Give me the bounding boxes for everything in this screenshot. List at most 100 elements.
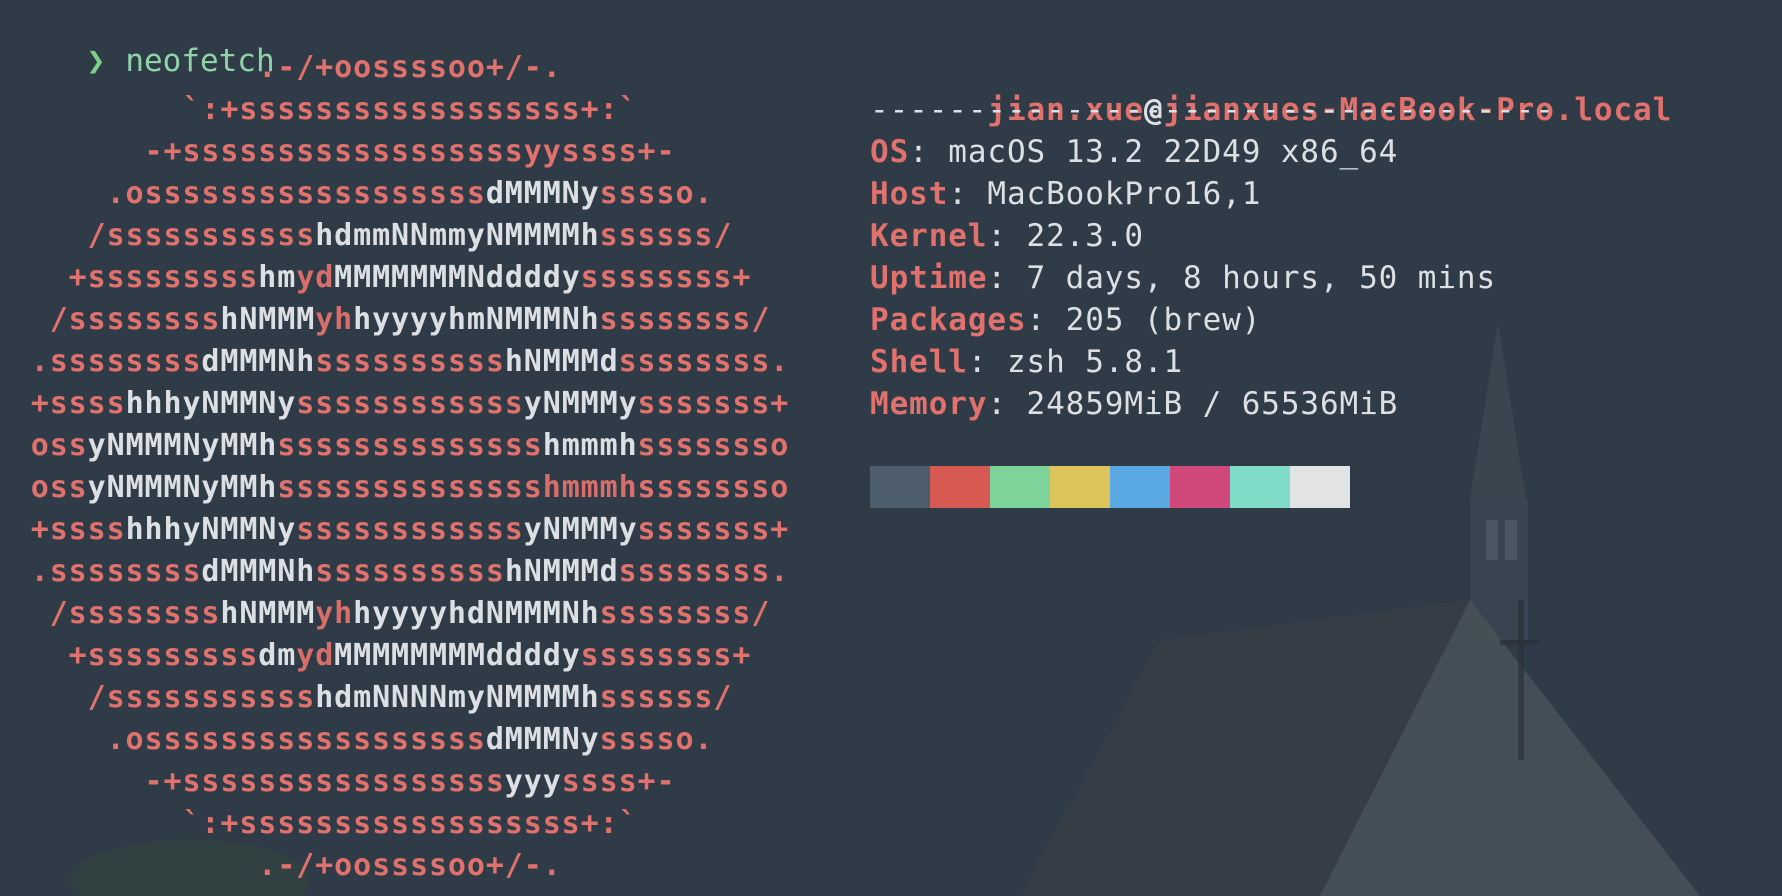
logo-segment: hyyyyhdNMMMNh [353,596,600,631]
info-colon: : [987,386,1027,422]
logo-segment: /ssssssss [49,596,221,631]
logo-segment: ssssss/ [599,680,733,715]
logo-segment: ssssssss+ [580,260,752,295]
logo-segment: ssssssssss [315,344,505,379]
logo-segment: oss [30,470,88,505]
info-colon: : [948,176,988,212]
logo-segment: ssssssssssssss [277,470,543,505]
info-key: Shell [870,344,968,380]
info-value: zsh 5.8.1 [1006,344,1184,380]
logo-segment: .-/+oossssoo+/-. [258,848,562,883]
logo-line: /ssssssssssshdmNNNNmyNMMMMhssssss/ [0,677,820,719]
logo-segment: yyy [504,764,562,799]
logo-segment: yNMMMNyMMh [87,428,278,463]
logo-segment: dMMMNh [201,554,316,589]
logo-segment: `:+ssssssssssssssssss+:` [182,92,638,127]
logo-segment: hm [258,260,297,295]
logo-segment: yh [315,596,354,631]
logo-line: `:+ssssssssssssssssss+:` [0,803,820,845]
logo-segment: yh [315,302,354,337]
logo-segment: hNMMMd [504,554,619,589]
info-colon: : [967,344,1007,380]
command-prompt: ❯ neofetch [12,7,275,79]
logo-segment: ssssssss. [618,554,790,589]
logo-line: .-/+oossssoo+/-. [0,845,820,887]
logo-line: .ossssssssssssssssssdMMMNysssso. [0,173,820,215]
logo-segment: ssssssss/ [599,302,771,337]
color-swatch-0 [870,466,930,508]
logo-segment: hyyyyhmNMMMNh [353,302,600,337]
logo-segment: ssssssso [637,470,790,505]
logo-segment: yd [296,638,335,673]
logo-segment: sssso. [599,722,714,757]
logo-segment: sssssss+ [637,512,790,547]
logo-segment: yd [296,260,335,295]
terminal-window: ❯ neofetch .-/+oossssoo+/-. `:+sssssssssss… [0,0,1782,896]
logo-segment: hNMMMd [504,344,619,379]
logo-segment: hdmNNNNmyNMMMMh [315,680,600,715]
info-row-uptime: Uptime: 7 days, 8 hours, 50 mins [870,257,1672,299]
apple-ascii-logo: .-/+oossssoo+/-. `:+ssssssssssssssssss+:`… [0,47,820,887]
logo-segment: ssssssssssssss [277,428,543,463]
logo-segment: hNMMM [220,596,316,631]
logo-segment: .ssssssss [30,344,202,379]
color-swatch-5 [1170,466,1230,508]
separator-line: ----------------------------------- [870,92,1555,128]
logo-segment: hNMMM [220,302,316,337]
color-swatch-2 [990,466,1050,508]
info-colon: : [909,134,949,170]
logo-line: /sssssssshNMMMyhhyyyyhdNMMMNhssssssss/ [0,593,820,635]
logo-segment: hdmmNNmmyNMMMMh [315,218,600,253]
logo-line: .ssssssssdMMMNhsssssssssshNMMMdssssssss. [0,551,820,593]
logo-segment: /ssssssss [49,302,221,337]
user-host-line: jian.xue@jianxues-MacBook-Pro.local [870,47,1672,128]
color-swatch-7 [1290,466,1350,508]
info-key: Uptime [870,260,988,296]
logo-segment: +ssss [30,512,126,547]
logo-segment: MMMMMMMMddddy [334,638,581,673]
logo-segment: yNMMMy [523,512,638,547]
logo-segment: -+sssssssssssssssss [144,764,505,799]
info-row-packages: Packages: 205 (brew) [870,299,1672,341]
logo-segment: .-/+oossssoo+/-. [258,50,562,85]
info-value: 22.3.0 [1026,218,1144,254]
logo-line: +ssssssssshmydMMMMMMMNddddyssssssss+ [0,257,820,299]
logo-segment: sssssss+ [637,386,790,421]
logo-segment: ssssssssss [315,554,505,589]
logo-line: `:+ssssssssssssssssss+:` [0,89,820,131]
info-key: Packages [870,302,1027,338]
logo-segment: ssssss/ [599,218,733,253]
logo-segment: ssssssss. [618,344,790,379]
logo-line: ossyNMMMNyMMhsssssssssssssshmmmhssssssso [0,467,820,509]
logo-segment: oss [30,428,88,463]
info-value: 24859MiB / 65536MiB [1026,386,1399,422]
logo-segment: ssssssso [637,428,790,463]
logo-line: /sssssssshNMMMyhhyyyyhmNMMMNhssssssss/ [0,299,820,341]
logo-line: /ssssssssssshdmmNNmmyNMMMMhssssss/ [0,215,820,257]
info-colon: : [987,260,1027,296]
logo-segment: ssss+- [561,764,676,799]
info-key: OS [870,134,910,170]
logo-segment: dMMMNy [485,176,600,211]
logo-segment: ssssssss+ [580,638,752,673]
logo-segment: +ssss [30,386,126,421]
logo-segment: ssssssssssss [296,386,524,421]
logo-line: -+sssssssssssssssssyyyssss+- [0,761,820,803]
logo-line: +sssshhhyNMMNyssssssssssssyNMMMysssssss+ [0,509,820,551]
info-key: Kernel [870,218,988,254]
logo-segment: ssssssssssss [296,512,524,547]
info-row-memory: Memory: 24859MiB / 65536MiB [870,383,1672,425]
logo-segment: dMMMNh [201,344,316,379]
logo-segment: .ossssssssssssssssss [106,722,486,757]
color-swatch-3 [1050,466,1110,508]
logo-segment: ssssssss/ [599,596,771,631]
info-value: macOS 13.2 22D49 x86_64 [948,134,1399,170]
info-row-kernel: Kernel: 22.3.0 [870,215,1672,257]
logo-segment: sssso. [599,176,714,211]
logo-segment: /sssssssssss [87,218,316,253]
logo-segment: hmmmh [542,428,638,463]
logo-line: .ssssssssdMMMNhsssssssssshNMMMdssssssss. [0,341,820,383]
logo-line: .ossssssssssssssssssdMMMNysssso. [0,719,820,761]
info-rows: OS: macOS 13.2 22D49 x86_64 Host: MacBook… [870,131,1672,425]
logo-segment: `:+ssssssssssssssssss+:` [182,806,638,841]
